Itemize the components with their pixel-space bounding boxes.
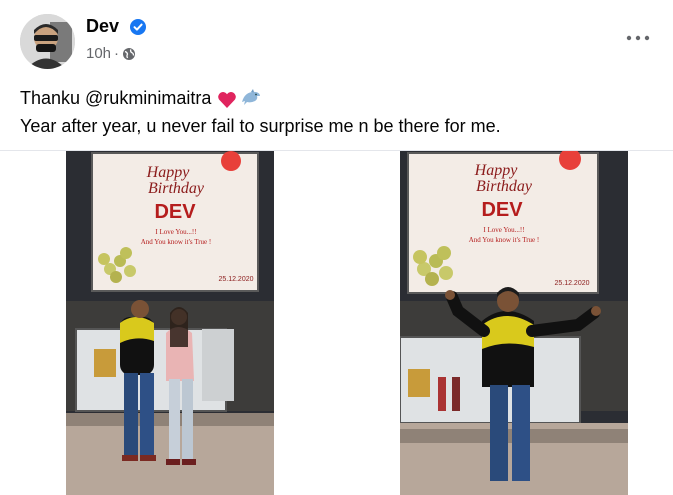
billboard-message-line-1: I Love You...!!	[155, 228, 196, 236]
billboard-message-line-2: And You know it's True !	[469, 236, 540, 244]
more-options-icon	[626, 35, 650, 41]
billboard-name-text: DEV	[481, 199, 523, 221]
post-text-body: Year after year, u never fail to surpris…	[20, 116, 501, 136]
dolphin-icon	[239, 88, 263, 108]
avatar[interactable]	[20, 14, 75, 69]
post-time[interactable]: 10h	[86, 45, 111, 62]
post-text-mention-line: Thanku @rukminimaitra	[20, 88, 212, 108]
billboard-happy-text: Happy	[146, 164, 191, 181]
post-text-line-2: Year after year, u never fail to surpris…	[20, 112, 660, 140]
billboard-message-line-1: I Love You...!!	[483, 226, 524, 234]
red-heart-icon	[217, 89, 237, 108]
verified-badge-icon	[130, 19, 146, 35]
more-options-button[interactable]	[625, 28, 651, 48]
billboard-birthday-text: Birthday	[148, 180, 205, 197]
post-text: Thanku @rukminimaitra Year after year, u…	[20, 84, 660, 140]
billboard-birthday-text: Birthday	[476, 178, 533, 195]
billboard-message-line-2: And You know it's True !	[141, 238, 212, 246]
billboard-name-text: DEV	[154, 201, 196, 223]
photo-2[interactable]: Happy Birthday DEV I Love You...!! And Y…	[400, 151, 628, 495]
author-name[interactable]: Dev	[86, 16, 119, 37]
avatar-image	[20, 14, 75, 69]
post-header: Dev 10h ·	[0, 0, 673, 75]
post-text-line-1: Thanku @rukminimaitra	[20, 84, 660, 112]
photo-grid: Happy Birthday DEV I Love You...!! And Y…	[0, 150, 673, 495]
billboard-happy-text: Happy	[474, 162, 519, 179]
billboard-date-text: 25.12.2020	[218, 276, 253, 283]
post-meta: 10h ·	[86, 45, 136, 62]
globe-icon[interactable]	[122, 47, 136, 61]
photo-1[interactable]: Happy Birthday DEV I Love You...!! And Y…	[66, 151, 274, 495]
billboard-date-text: 25.12.2020	[554, 280, 589, 287]
meta-separator: ·	[114, 45, 120, 62]
